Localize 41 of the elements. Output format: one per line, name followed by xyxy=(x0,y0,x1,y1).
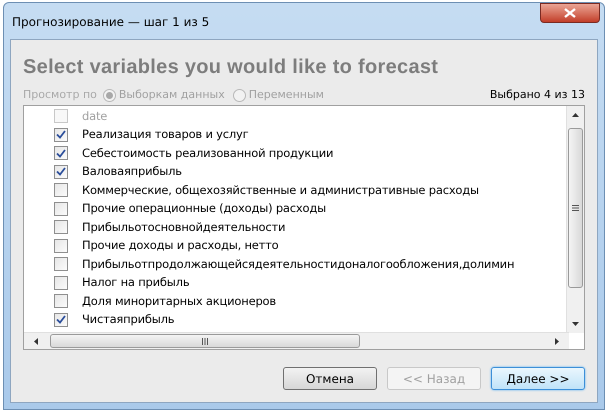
scrollbar-thumb[interactable] xyxy=(568,128,583,288)
scroll-right-icon xyxy=(555,338,559,345)
checkbox[interactable] xyxy=(54,183,68,198)
close-icon xyxy=(564,8,576,18)
view-by-label: Просмотр по xyxy=(23,86,97,103)
variable-label: Коммерческие, общехозяйственные и административные расходы xyxy=(82,182,479,199)
variable-label: Прибыльотосновнойдеятельности xyxy=(82,218,286,236)
checkbox[interactable] xyxy=(54,128,68,142)
checkbox[interactable] xyxy=(54,164,68,179)
dialog-button[interactable]: Далее >> xyxy=(491,367,585,390)
scrollbar-thumb[interactable] xyxy=(50,334,360,348)
page-heading: Select variables you would like to forecast xyxy=(23,55,440,80)
variable-label: Валоваяприбыль xyxy=(82,163,182,180)
variable-label: Чистаяприбыль xyxy=(82,311,174,328)
variable-label: date xyxy=(82,108,108,125)
checkbox[interactable] xyxy=(54,220,68,234)
checkbox[interactable] xyxy=(54,202,68,216)
scroll-up-icon xyxy=(572,113,579,117)
checkbox[interactable] xyxy=(54,257,68,272)
variable-label: Налог на прибыль xyxy=(82,274,190,292)
scroll-down-icon xyxy=(572,322,579,326)
checkbox[interactable] xyxy=(54,276,68,290)
close-button[interactable] xyxy=(540,3,600,23)
checkbox[interactable] xyxy=(54,238,68,253)
selection-count: Выбрано 4 из 13 xyxy=(490,86,585,103)
dialog-button[interactable]: Отмена xyxy=(283,367,377,390)
variable-label: Реализация товаров и услуг xyxy=(82,126,249,144)
window-title: Прогнозирование — шаг 1 из 5 xyxy=(12,14,210,31)
variable-label: Прочие доходы и расходы, нетто xyxy=(82,237,279,254)
scroll-left-icon xyxy=(34,338,38,345)
vertical-scrollbar[interactable] xyxy=(566,106,584,333)
horizontal-scrollbar[interactable] xyxy=(24,332,569,349)
checkbox[interactable] xyxy=(54,294,68,308)
checkbox[interactable] xyxy=(54,146,68,160)
variable-label: Прочие операционные (доходы) расходы xyxy=(82,200,326,218)
variable-label: Себестоимость реализованной продукции xyxy=(82,144,334,162)
variable-label: Доля миноритарных акционеров xyxy=(82,292,276,310)
grip-icon xyxy=(202,338,208,344)
variable-label: Прибыльотпродолжающейсядеятельностидоналогообложения,долимин xyxy=(82,256,514,273)
grip-icon xyxy=(572,205,579,211)
checkbox[interactable] xyxy=(54,312,68,327)
